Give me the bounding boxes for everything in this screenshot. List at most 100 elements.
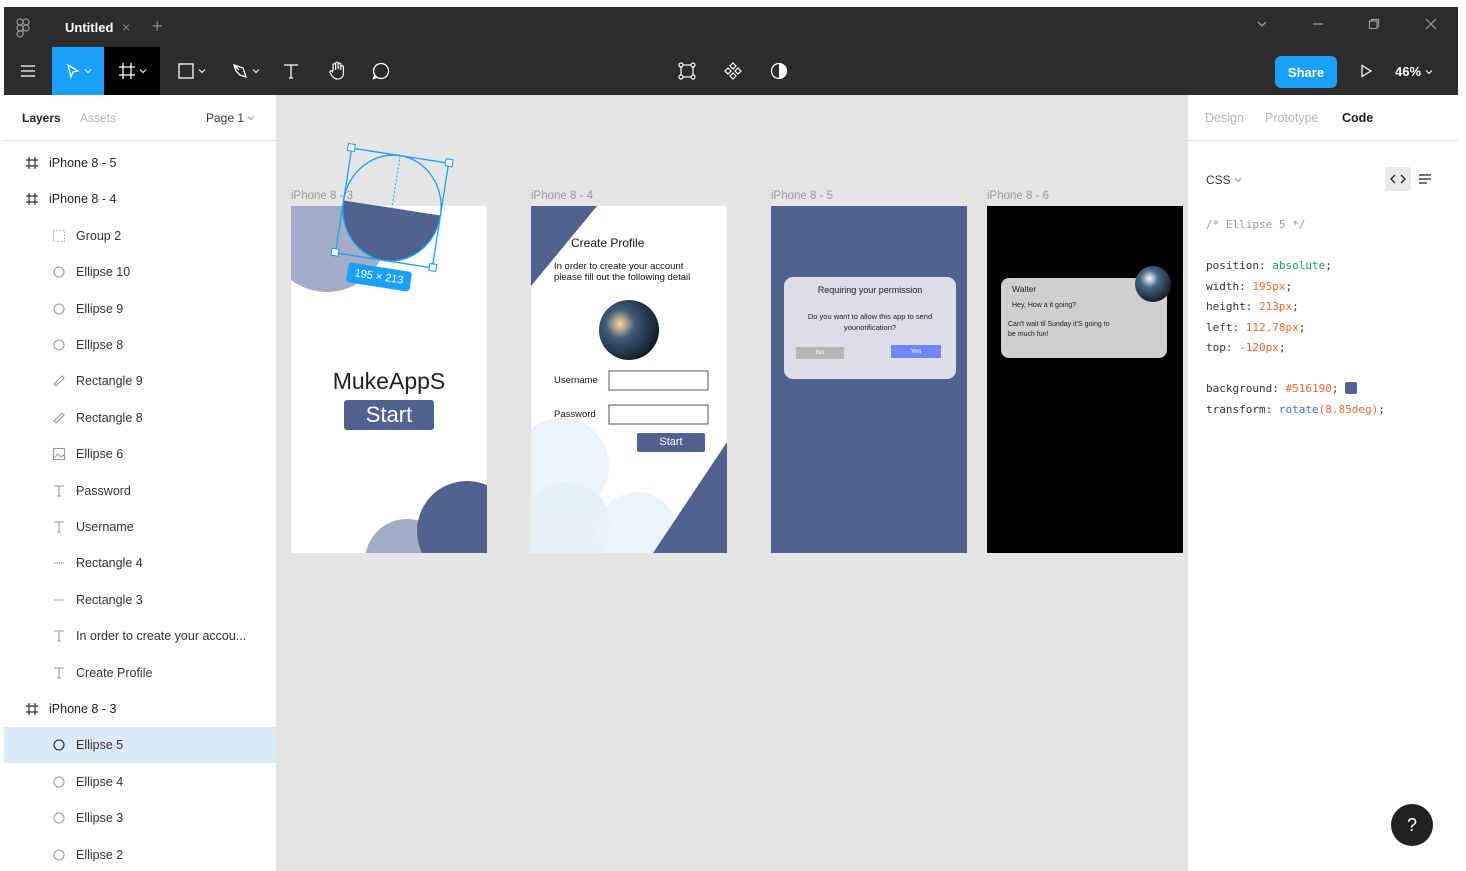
chevron-down-icon[interactable] [1256,18,1268,33]
layer-item[interactable]: Ellipse 10 [4,254,276,290]
text-icon [51,519,67,535]
code-view-icon[interactable] [1385,167,1411,191]
layer-item[interactable]: Group 2 [4,218,276,254]
create-profile-text: Create Profile [571,236,645,250]
layer-item[interactable]: Create Profile [4,655,276,691]
rectangle-3 [608,370,709,391]
code-fn: rotate [1278,403,1319,416]
component-icon[interactable] [718,47,748,95]
language-label: CSS [1206,173,1231,187]
dialog-title: Requiring your permission [817,285,923,295]
layer-item[interactable]: Ellipse 3 [4,800,276,836]
code-transform-line: transform: rotate(8.85deg); [1206,403,1385,416]
ellipse-icon [51,264,67,280]
frame-label-iphone-8-6[interactable]: iPhone 8 - 6 [987,190,1049,202]
code-value: 112.78px [1245,320,1299,334]
main-menu-icon[interactable] [12,47,44,95]
layer-item[interactable]: iPhone 8 - 4 [4,181,276,217]
page-name: Page 1 [206,111,245,125]
close-tab-icon[interactable]: × [122,19,130,35]
app-name-text: MukeAppS [332,368,446,394]
tab-assets[interactable]: Assets [80,111,116,125]
code-prop: transform [1206,403,1266,416]
frame4-start-button[interactable]: Start [637,433,705,452]
help-button[interactable]: ? [1391,804,1433,846]
hand-tool-icon[interactable] [322,47,352,95]
instructions-line-1: In order to create your account [554,261,684,272]
list-view-icon[interactable] [1418,173,1432,188]
layer-label: Ellipse 3 [76,811,124,826]
language-dropdown[interactable]: CSS [1206,173,1242,187]
pen-tool-button[interactable] [224,47,266,95]
create-component-icon[interactable] [672,47,702,95]
selection-overlay[interactable] [317,135,517,355]
layer-item[interactable]: iPhone 8 - 5 [4,145,276,181]
layer-item[interactable]: Ellipse 2 [4,837,276,871]
tab-code[interactable]: Code [1342,111,1373,125]
layer-label: iPhone 8 - 3 [49,702,117,716]
layer-item[interactable]: Ellipse 9 [4,291,276,327]
properties-panel: Design Prototype Code CSS /* Ellipse 5 *… [1187,95,1458,871]
tab-prototype[interactable]: Prototype [1265,111,1319,125]
contrast-icon[interactable] [764,47,794,95]
layer-label: Group 2 [76,228,122,243]
code-prop: width [1206,279,1240,293]
frame-iphone-8-5[interactable]: Requiring your permission Do you want to… [771,206,967,553]
frame-iphone-8-4[interactable]: Create Profile In order to create your a… [531,206,727,553]
layer-label: Rectangle 3 [76,592,143,607]
ellipse-6 [599,300,659,360]
layer-item[interactable]: Ellipse 8 [4,327,276,363]
layer-item[interactable]: In order to create your accou... [4,618,276,654]
dialog-body-line-1: Do you want to allow this app to send [807,312,933,321]
layer-item[interactable]: iPhone 8 - 3 [4,691,276,727]
layer-item[interactable]: Rectangle 4 [4,545,276,581]
chevron-down-icon [198,69,205,74]
new-tab-icon[interactable]: + [152,16,163,37]
tab-layers[interactable]: Layers [22,111,61,125]
dialog-no-button[interactable]: No [796,347,844,359]
code-prop: left [1206,320,1233,334]
ellipse-icon [51,301,67,317]
tab-design[interactable]: Design [1205,111,1244,125]
layer-item[interactable]: Ellipse 4 [4,764,276,800]
text-icon [51,628,67,644]
layer-item[interactable]: Username [4,509,276,545]
move-tool-button[interactable] [52,47,104,95]
frame-label-iphone-8-5[interactable]: iPhone 8 - 5 [771,190,833,202]
frame-iphone-8-6[interactable]: Walter Hey, How a it going? Can't wait t… [987,206,1183,553]
share-button[interactable]: Share [1275,56,1337,88]
layer-item[interactable]: Rectangle 3 [4,582,276,618]
restore-icon[interactable] [1368,18,1380,33]
toolbar: Share 46% [4,47,1458,95]
code-value: absolute [1272,259,1326,272]
close-window-icon[interactable] [1425,18,1437,33]
zoom-dropdown[interactable]: 46% [1395,64,1433,79]
code-prop: background [1206,382,1273,395]
color-swatch[interactable] [1345,382,1358,394]
figma-logo-icon[interactable] [16,18,30,41]
dialog-yes-button[interactable]: Yes [891,345,941,358]
dialog-body-line-2: younotification? [843,323,897,332]
layer-label: Ellipse 8 [76,338,124,352]
frame-tool-button[interactable] [104,47,160,95]
canvas[interactable]: iPhone 8 - 3 iPhone 8 - 4 iPhone 8 - 5 i… [277,95,1187,871]
layer-item[interactable]: Rectangle 8 [4,400,276,436]
layer-label: iPhone 8 - 4 [49,192,117,207]
comment-tool-icon[interactable] [366,47,396,95]
frame3-start-button[interactable]: Start [344,400,434,430]
layer-item[interactable]: Ellipse 5 [4,727,276,764]
code-value: (8.85deg) [1318,403,1379,416]
present-play-icon[interactable] [1354,47,1378,95]
chevron-down-icon [139,69,146,74]
ellipse-icon [51,737,67,753]
text-tool-icon[interactable] [276,47,306,95]
layer-item[interactable]: Ellipse 6 [4,436,276,472]
code-prop: top [1206,341,1226,354]
chevron-down-icon [84,69,91,74]
minimize-icon[interactable] [1312,18,1324,33]
layer-item[interactable]: Password [4,473,276,509]
frame-label-iphone-8-4[interactable]: iPhone 8 - 4 [531,190,593,202]
shape-tool-button[interactable] [170,47,212,95]
page-selector[interactable]: Page 1 [206,111,255,125]
layer-item[interactable]: Rectangle 9 [4,363,276,399]
